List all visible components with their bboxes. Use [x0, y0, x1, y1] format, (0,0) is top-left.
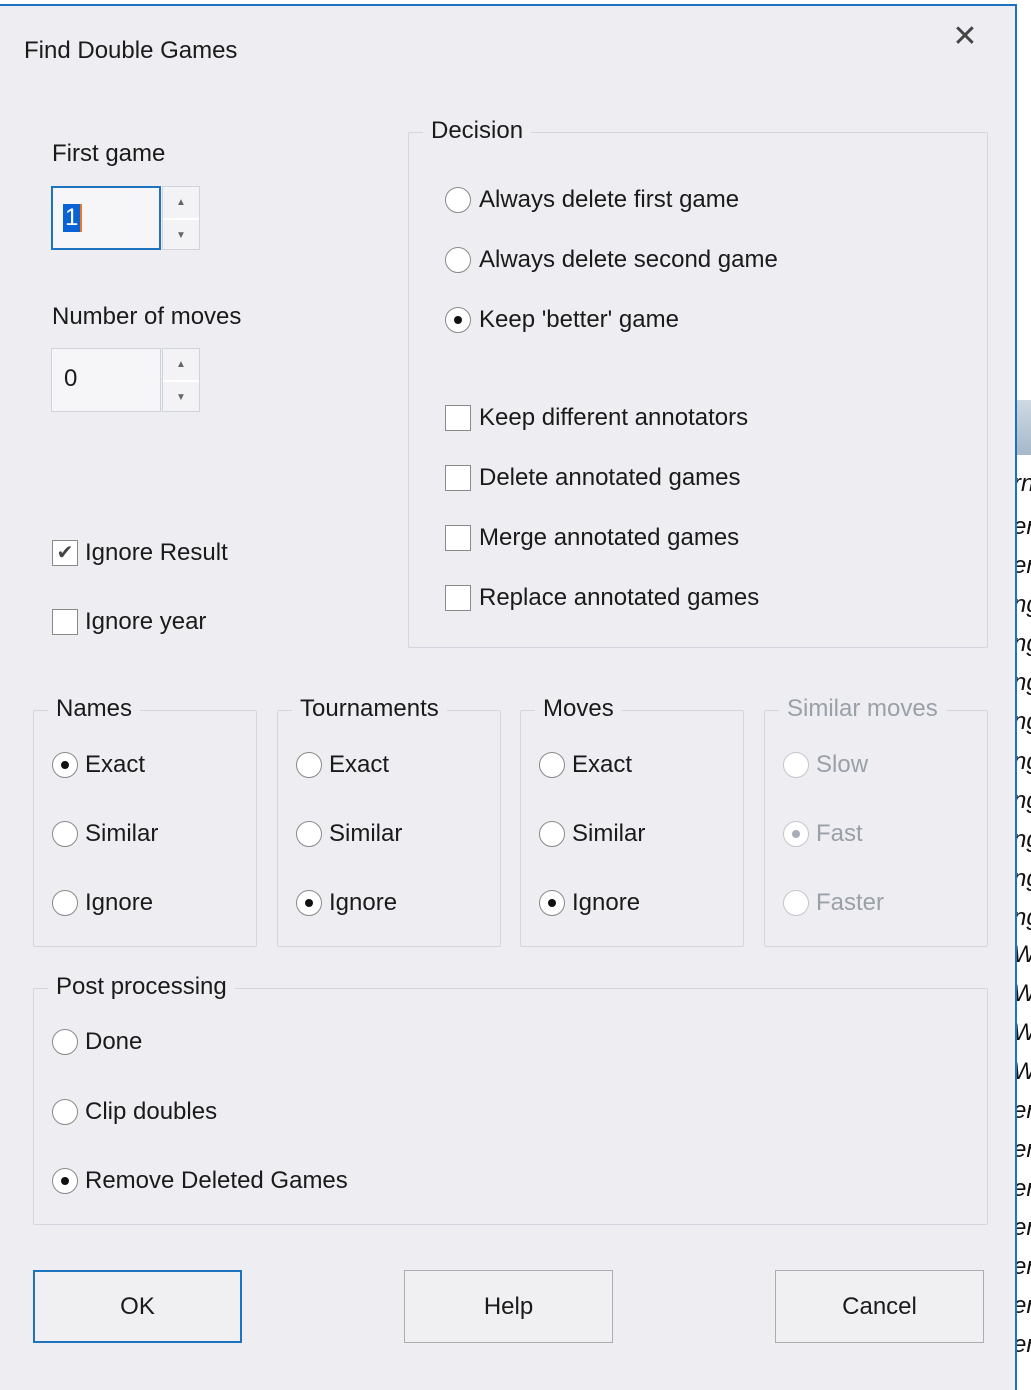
option-label: Similar [572, 820, 646, 847]
first-game-value: 1 [63, 204, 83, 232]
post-processing-option-label: Clip doubles [85, 1098, 218, 1125]
decision-option-label: Always delete first game [479, 186, 740, 213]
radio-button[interactable] [445, 307, 471, 333]
post-processing-option-label: Remove Deleted Games [85, 1167, 348, 1194]
ignore-year-label: Ignore year [85, 608, 207, 635]
radio-button [783, 821, 809, 847]
background-application: rnererngngngngngngngngngWWWWerererererer… [1017, 0, 1031, 1390]
radio-button[interactable] [52, 1168, 78, 1194]
background-text-fragment: er [1017, 513, 1031, 541]
checkbox[interactable] [52, 609, 78, 635]
ignore-result-label: Ignore Result [85, 539, 228, 566]
radio-button[interactable] [445, 247, 471, 273]
similar-moves-title: Similar moves [779, 695, 946, 723]
background-text-fragment: ng [1017, 904, 1031, 932]
option-label: Similar [85, 820, 159, 847]
radio-button[interactable] [539, 890, 565, 916]
decision-checkbox-label: Replace annotated games [479, 584, 760, 611]
background-text-fragment: ng [1017, 630, 1031, 658]
radio-button[interactable] [52, 1099, 78, 1125]
spin-up-icon[interactable]: ▲ [163, 349, 199, 380]
checkbox[interactable] [445, 525, 471, 551]
background-text-fragment: ng [1017, 748, 1031, 776]
radio-button[interactable] [52, 890, 78, 916]
decision-checkbox-label: Keep different annotators [479, 404, 749, 431]
option-label: Exact [85, 751, 146, 778]
decision-title: Decision [423, 117, 532, 145]
first-game-label: First game [52, 140, 166, 167]
background-text-fragment: er [1017, 1253, 1031, 1281]
radio-button[interactable] [539, 821, 565, 847]
background-text-fragment: ng [1017, 669, 1031, 697]
option-label: Slow [816, 751, 869, 778]
background-text-fragment: ng [1017, 787, 1031, 815]
background-text-fragment: er [1017, 1214, 1031, 1242]
post-processing-option-label: Done [85, 1028, 143, 1055]
background-header [1017, 400, 1031, 455]
radio-button[interactable] [445, 187, 471, 213]
radio-button[interactable] [296, 821, 322, 847]
number-of-moves-label: Number of moves [52, 303, 242, 330]
cancel-button[interactable]: Cancel [775, 1270, 984, 1343]
radio-button[interactable] [296, 752, 322, 778]
background-text-fragment: ng [1017, 708, 1031, 736]
checkbox[interactable] [445, 465, 471, 491]
checkbox[interactable] [445, 585, 471, 611]
first-game-spinner: 1 ▲ ▼ [51, 186, 200, 250]
checkbox-checked[interactable]: ✔ [52, 540, 78, 566]
help-button[interactable]: Help [404, 1270, 613, 1343]
background-text-fragment: er [1017, 1175, 1031, 1203]
names-title: Names [48, 695, 141, 723]
background-text-fragment: W [1017, 941, 1031, 969]
first-game-input[interactable]: 1 [51, 186, 161, 250]
close-icon[interactable]: ✕ [950, 22, 980, 52]
radio-button [783, 752, 809, 778]
option-label: Exact [572, 751, 633, 778]
background-text-fragment: W [1017, 1019, 1031, 1047]
option-label: Fast [816, 820, 863, 847]
post-processing-title: Post processing [48, 973, 235, 1001]
decision-checkbox-label: Delete annotated games [479, 464, 741, 491]
background-text-fragment: W [1017, 980, 1031, 1008]
option-label: Ignore [85, 889, 154, 916]
radio-button[interactable] [52, 752, 78, 778]
radio-button[interactable] [296, 890, 322, 916]
background-text-fragment: rn [1017, 470, 1031, 498]
option-label: Exact [329, 751, 390, 778]
spin-up-icon[interactable]: ▲ [163, 187, 199, 218]
background-text-fragment: ng [1017, 591, 1031, 619]
background-text-fragment: ng [1017, 826, 1031, 854]
background-text-fragment: er [1017, 1292, 1031, 1320]
background-text-fragment: er [1017, 552, 1031, 580]
dialog-title: Find Double Games [24, 37, 238, 64]
number-of-moves-spinner: 0 ▲ ▼ [51, 348, 200, 412]
number-of-moves-input[interactable]: 0 [51, 348, 161, 412]
background-text-fragment: W [1017, 1058, 1031, 1086]
radio-button[interactable] [52, 821, 78, 847]
ok-button[interactable]: OK [33, 1270, 242, 1343]
decision-checkbox-label: Merge annotated games [479, 524, 740, 551]
background-text-fragment: er [1017, 1331, 1031, 1359]
option-label: Faster [816, 889, 885, 916]
spin-down-icon[interactable]: ▼ [163, 218, 199, 249]
checkbox[interactable] [445, 405, 471, 431]
background-text-fragment: er [1017, 1097, 1031, 1125]
radio-button[interactable] [52, 1029, 78, 1055]
decision-option-label: Always delete second game [479, 246, 778, 273]
find-double-games-dialog: Find Double Games ✕ First game 1 ▲ ▼ Numb… [0, 4, 1017, 1390]
moves-title: Moves [535, 695, 622, 723]
radio-button[interactable] [539, 752, 565, 778]
option-label: Ignore [329, 889, 398, 916]
option-label: Ignore [572, 889, 641, 916]
background-text-fragment: er [1017, 1136, 1031, 1164]
tournaments-title: Tournaments [292, 695, 447, 723]
spin-down-icon[interactable]: ▼ [163, 380, 199, 411]
background-text-fragment: ng [1017, 865, 1031, 893]
radio-button [783, 890, 809, 916]
decision-option-label: Keep 'better' game [479, 306, 679, 333]
number-of-moves-value: 0 [64, 365, 78, 392]
option-label: Similar [329, 820, 403, 847]
